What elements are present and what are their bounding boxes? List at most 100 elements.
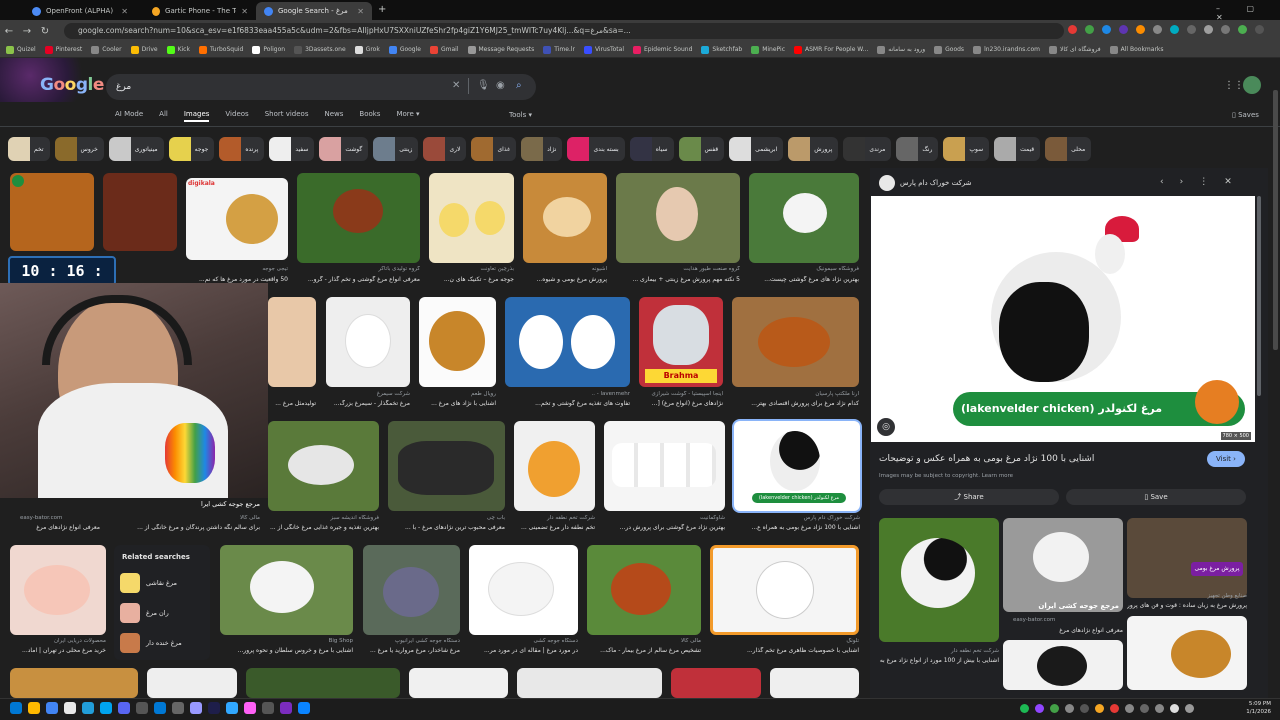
search-input[interactable]: مرغ — [106, 74, 536, 100]
result-title[interactable]: تشخیص مرغ سالم از مرغ بیمار - ماک... — [587, 647, 701, 654]
image-result[interactable]: digikala — [186, 178, 288, 260]
result-title[interactable]: جوجه مرغ – تکنیک های ن... — [429, 276, 514, 283]
apps-grid-icon[interactable]: ⋮⋮ — [1224, 80, 1244, 91]
next-icon[interactable]: › — [1180, 177, 1184, 187]
result-title[interactable]: پرورش مرغ به زبان ساده : قوت و فن های پر… — [1127, 602, 1247, 609]
voice-search-icon[interactable]: 🎙 — [477, 80, 490, 91]
image-result[interactable] — [268, 297, 316, 387]
tray-icon[interactable] — [1020, 704, 1029, 713]
clear-search-icon[interactable]: ✕ — [452, 80, 460, 91]
refinement-chip[interactable]: خروس — [54, 137, 104, 161]
tray-icon[interactable] — [1065, 704, 1074, 713]
result-title[interactable]: معرفی انواع نژادهای مرغ — [1003, 627, 1123, 634]
refinement-chip[interactable]: سوپ — [943, 137, 990, 161]
result-title[interactable]: تولیدمثل مرغ ... — [268, 400, 316, 407]
result-title[interactable]: معرفی محبوب ترین نژادهای مرغ - با ... — [388, 524, 505, 531]
image-result[interactable] — [523, 173, 607, 263]
bookmark-item[interactable]: Cooler — [91, 45, 122, 54]
url-bar[interactable]: google.com/search?num=10&sca_esv=e1f6833… — [64, 23, 1064, 39]
result-title[interactable]: تفاوت های تغذیه مرغ گوشتی و تخم... — [505, 400, 630, 407]
image-result[interactable] — [616, 173, 740, 263]
extension-icon[interactable] — [1136, 25, 1145, 34]
image-result[interactable] — [10, 668, 138, 698]
close-tab-icon[interactable]: ✕ — [241, 7, 248, 16]
bookmark-item[interactable]: Message Requests — [467, 45, 534, 54]
image-result[interactable] — [732, 297, 859, 387]
extension-icon[interactable] — [1102, 25, 1111, 34]
photoshop-icon[interactable] — [226, 702, 238, 714]
extension-icon[interactable] — [1187, 25, 1196, 34]
app-icon[interactable] — [172, 702, 184, 714]
panel-related-image[interactable] — [1127, 616, 1247, 690]
panel-related-image[interactable] — [1003, 640, 1123, 690]
tray-icon[interactable] — [1035, 704, 1044, 713]
extension-icon[interactable] — [1153, 25, 1162, 34]
panel-related-image[interactable]: مرجع جوجه کشی ایران — [1003, 518, 1123, 612]
back-icon[interactable]: ← — [0, 26, 18, 37]
tray-icon[interactable] — [1110, 704, 1119, 713]
account-avatar[interactable] — [1243, 76, 1261, 94]
close-tab-icon[interactable]: ✕ — [121, 7, 128, 16]
image-result[interactable] — [710, 545, 859, 635]
result-title[interactable]: آشنایی با مرغ و خروس سلطان و نحوه پرور..… — [220, 647, 353, 654]
tray-icon[interactable] — [1140, 704, 1149, 713]
page-scrollbar[interactable] — [1273, 90, 1278, 350]
share-button[interactable]: ⤴ Share — [879, 489, 1059, 505]
forward-icon[interactable]: → — [18, 26, 36, 37]
tray-icon[interactable] — [1050, 704, 1059, 713]
preview-image[interactable]: (lakenvelder chicken) مرغ لکنولدر 780 × … — [871, 196, 1255, 442]
profile-avatar-icon[interactable] — [1238, 25, 1247, 34]
related-search-item[interactable]: ران مرغ — [120, 603, 204, 623]
bookmark-item[interactable]: Gmail — [429, 45, 459, 54]
tray-icon[interactable] — [1080, 704, 1089, 713]
search-icon[interactable]: ⌕ — [516, 80, 522, 91]
panel-source[interactable]: شرکت خوراک دام پارس — [900, 179, 972, 187]
image-result[interactable] — [514, 421, 595, 511]
vscode-icon[interactable] — [154, 702, 166, 714]
app-icon[interactable] — [280, 702, 292, 714]
after-effects-icon[interactable] — [190, 702, 202, 714]
filter-news[interactable]: News — [324, 110, 343, 122]
refinement-chip[interactable]: محلی — [1045, 137, 1092, 161]
close-tab-icon[interactable]: ✕ — [357, 7, 364, 16]
result-title[interactable]: 5 نکته مهم پرورش مرغ زینتی + بیماری ... — [616, 276, 740, 283]
result-title[interactable]: آشنایی با 100 نژاد مرغ بومی به همراه ع..… — [734, 524, 860, 531]
result-title[interactable]: خرید مرغ محلی در تهران | آماد... — [10, 647, 106, 654]
image-result[interactable] — [419, 297, 496, 387]
google-logo[interactable]: Google — [40, 75, 104, 95]
result-title[interactable]: برای سالم نگه داشتن پرندگان و مرغ خانگی … — [110, 524, 260, 531]
image-result-selected[interactable]: (lakenvelder chicken) مرغ لکنولدر — [734, 421, 860, 511]
image-result[interactable] — [103, 173, 177, 251]
prev-icon[interactable]: ‹ — [1160, 177, 1164, 187]
filter-images[interactable]: Images — [183, 110, 210, 122]
image-result[interactable] — [587, 545, 701, 635]
refinement-chip[interactable]: گوشت — [319, 137, 369, 161]
result-title[interactable]: مرغ تخمگذار - سیمرغ بزرگ... — [326, 400, 410, 407]
result-title[interactable]: بهترین تغذیه و جیره غذایی مرغ خانگی از .… — [268, 524, 379, 531]
result-title[interactable]: بهترین نژاد مرغ گوشتی برای پرورش در... — [604, 524, 725, 531]
tab-gartic[interactable]: Gartic Phone - The Telephone G...✕ — [144, 2, 256, 20]
result-title[interactable]: مرغ شاخدار، مرغ مروارید یا مرغ ... — [363, 647, 460, 654]
panel-scrollbar[interactable] — [1257, 196, 1261, 396]
reload-icon[interactable]: ↻ — [36, 26, 54, 37]
refinement-chip[interactable]: پرورش — [788, 137, 839, 161]
bookmark-item[interactable]: Drive — [130, 45, 158, 54]
close-panel-icon[interactable]: ✕ — [1224, 177, 1232, 187]
folder-icon[interactable] — [64, 702, 76, 714]
related-search-item[interactable]: مرغ نقاشی — [120, 573, 204, 593]
refinement-chip[interactable]: مینیاتوری — [108, 137, 164, 161]
search-icon[interactable] — [28, 702, 40, 714]
lens-icon[interactable]: ◎ — [877, 418, 895, 436]
refinement-chip[interactable]: نژاد — [521, 137, 563, 161]
bookmark-item[interactable]: Sketchfab — [701, 45, 742, 54]
image-result[interactable] — [297, 173, 420, 263]
result-title[interactable]: 50 واقعیت در مورد مرغ ها که نم... — [186, 276, 288, 283]
image-result[interactable] — [749, 173, 859, 263]
image-result[interactable] — [770, 668, 859, 698]
image-result[interactable] — [429, 173, 514, 263]
image-result[interactable]: Brahma — [639, 297, 723, 387]
filter-ai-mode[interactable]: AI Mode — [115, 110, 143, 122]
lens-search-icon[interactable]: ◉ — [496, 80, 505, 91]
result-title[interactable]: تخم نطفه دار مرغ تضمینی ... — [514, 524, 595, 531]
github-icon[interactable] — [136, 702, 148, 714]
